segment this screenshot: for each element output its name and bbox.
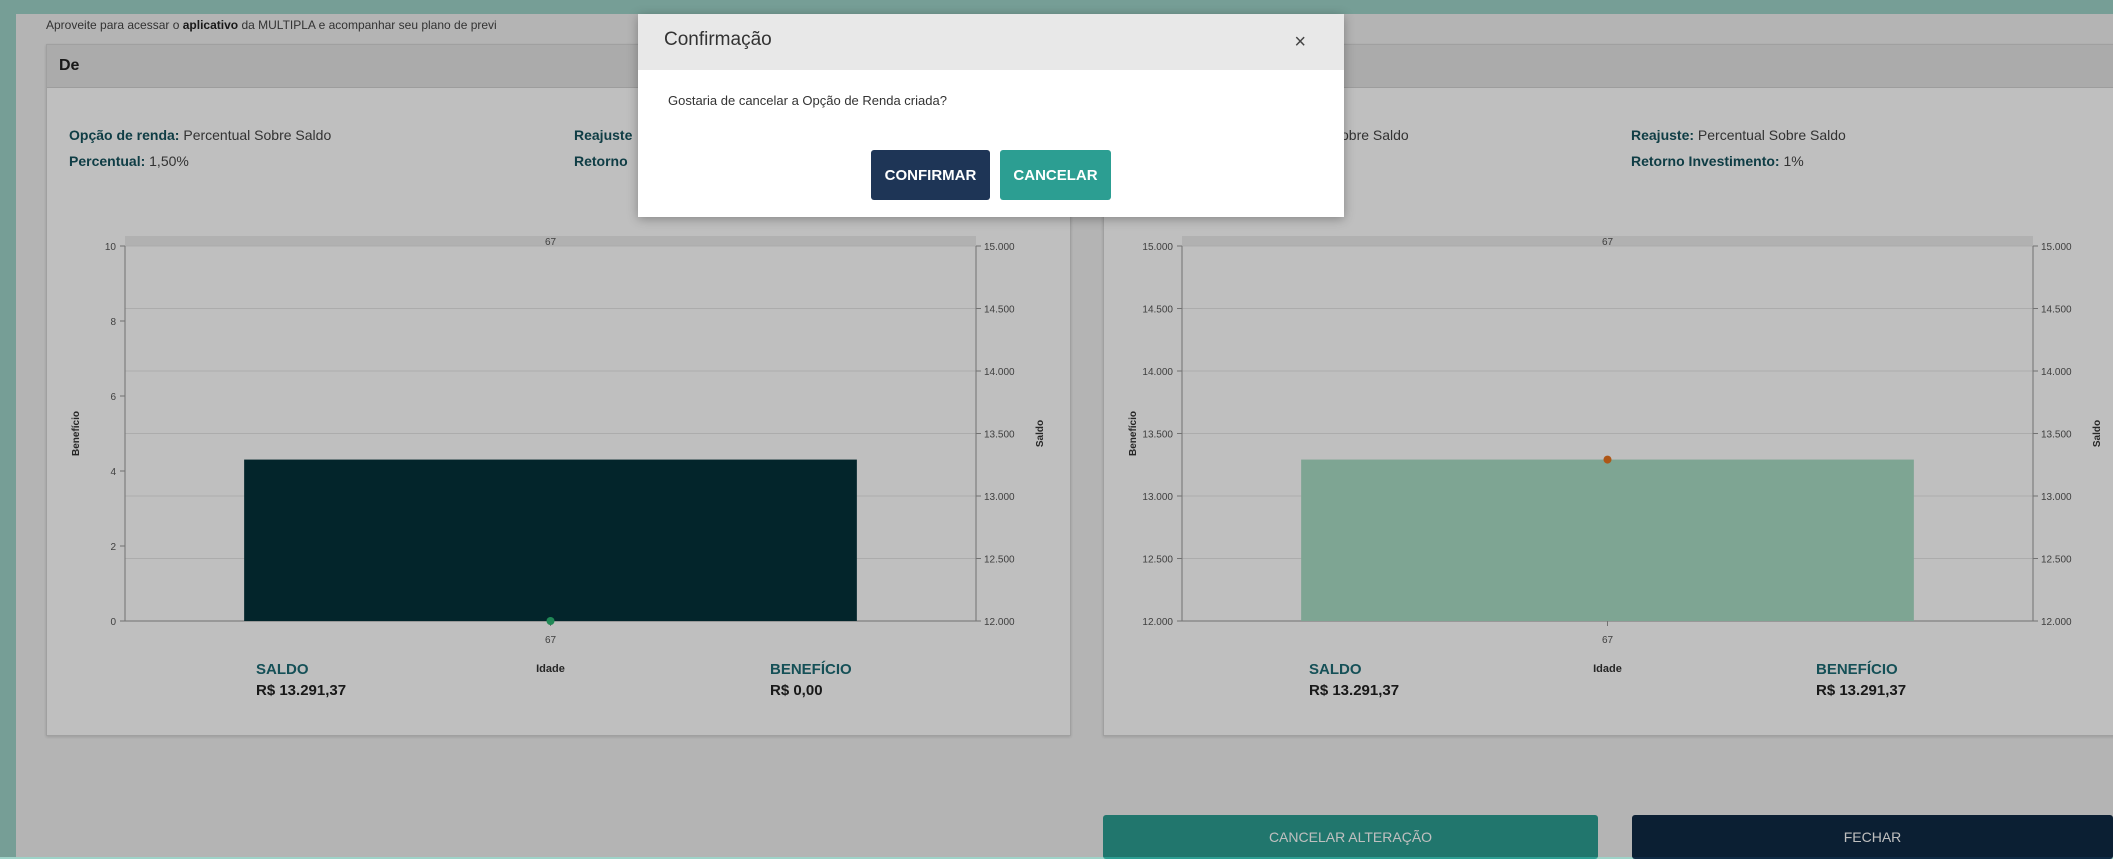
cancel-button[interactable]: CANCELAR	[1000, 150, 1111, 200]
modal-message: Gostaria de cancelar a Opção de Renda cr…	[668, 93, 947, 108]
confirm-button[interactable]: CONFIRMAR	[871, 150, 990, 200]
confirmation-modal: Confirmação × Gostaria de cancelar a Opç…	[638, 14, 1344, 217]
close-icon[interactable]: ×	[1294, 31, 1306, 54]
modal-title: Confirmação	[664, 29, 772, 50]
modal-header: Confirmação ×	[638, 14, 1344, 70]
